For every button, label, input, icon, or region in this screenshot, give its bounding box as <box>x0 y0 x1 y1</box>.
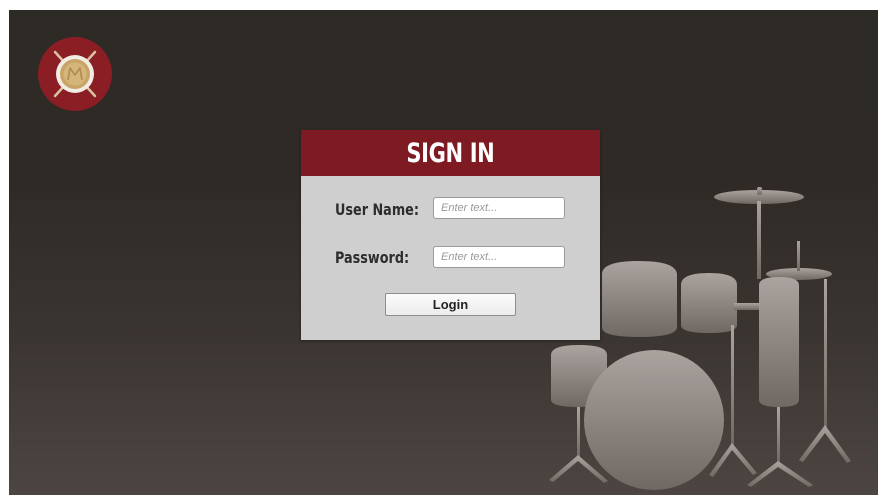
drumsticks-crest-icon <box>37 36 113 112</box>
username-label: User Name: <box>335 200 419 219</box>
signin-title: SIGN IN <box>406 137 495 169</box>
username-field[interactable] <box>433 197 565 219</box>
password-field[interactable] <box>433 246 565 268</box>
app-background: SIGN IN User Name: Password: Login <box>9 10 878 495</box>
login-button[interactable]: Login <box>385 293 516 316</box>
password-label: Password: <box>335 248 410 267</box>
signin-panel: SIGN IN User Name: Password: Login <box>301 130 600 340</box>
signin-header: SIGN IN <box>301 130 600 176</box>
